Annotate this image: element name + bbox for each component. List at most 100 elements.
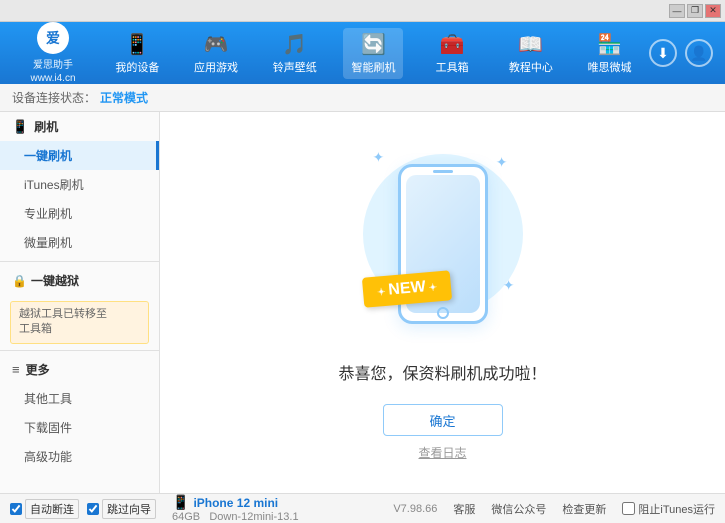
device-info: 📱 iPhone 12 mini 64GB Down-12mini-13.1 xyxy=(172,494,299,523)
sidebar-item-download-firmware[interactable]: 下载固件 xyxy=(0,413,159,442)
restore-button[interactable]: ❐ xyxy=(687,4,703,18)
nav-wei-city-label: 唯思微城 xyxy=(588,59,632,75)
wechat-public-link[interactable]: 微信公众号 xyxy=(491,501,546,517)
sidebar-notice: 越狱工具已转移至工具箱 xyxy=(10,301,149,344)
nav-smart-flash-icon: 🔄 xyxy=(361,32,386,57)
phone-speaker xyxy=(433,170,453,173)
nav-tutorial[interactable]: 📖 教程中心 xyxy=(501,28,561,79)
customer-service-link[interactable]: 客服 xyxy=(453,501,475,517)
sparkle-1: ✦ xyxy=(373,149,385,166)
more-section-label: 更多 xyxy=(26,361,50,378)
window-controls[interactable]: — ❐ ✕ xyxy=(669,4,721,18)
advanced-label: 高级功能 xyxy=(24,448,72,465)
header-actions: ⬇ 👤 xyxy=(649,39,717,67)
jailbreak-section-label: 一键越狱 xyxy=(31,272,79,289)
download-firmware-label: 下载固件 xyxy=(24,419,72,436)
nav-toolbox[interactable]: 🧰 工具箱 xyxy=(422,28,482,79)
center-content: NEW ✦ ✦ ✦ 恭喜您，保资料刷机成功啦！ 确定 查看日志 xyxy=(160,112,725,493)
bottom-left: 自动断连 跳过向导 📱 iPhone 12 mini 64GB Down-12m… xyxy=(10,494,393,523)
nav-my-device[interactable]: 📱 我的设备 xyxy=(107,28,167,79)
bottom-bar: 自动断连 跳过向导 📱 iPhone 12 mini 64GB Down-12m… xyxy=(0,493,725,523)
status-value: 正常模式 xyxy=(100,89,148,106)
sidebar: 📱 刷机 一键刷机 iTunes刷机 专业刷机 微量刷机 🔒 一键越狱 越狱工具… xyxy=(0,112,160,493)
status-bar: 设备连接状态： 正常模式 xyxy=(0,84,725,112)
status-label: 设备连接状态： xyxy=(12,89,96,106)
sparkle-3: ✦ xyxy=(503,277,515,294)
nav-ringtone-icon: 🎵 xyxy=(282,32,307,57)
nav-tutorial-icon: 📖 xyxy=(518,32,543,57)
confirm-button[interactable]: 确定 xyxy=(383,404,503,436)
one-key-flash-label: 一键刷机 xyxy=(24,147,72,164)
logo-icon: 爱 xyxy=(37,22,69,54)
restore-flash-label: 微量刷机 xyxy=(24,234,72,251)
header: 爱 爱思助手 www.i4.cn 📱 我的设备 🎮 应用游戏 🎵 铃声壁纸 🔄 … xyxy=(0,22,725,84)
nav-wei-city[interactable]: 🏪 唯思微城 xyxy=(580,28,640,79)
sparkle-2: ✦ xyxy=(496,154,508,171)
itunes-flash-label: iTunes刷机 xyxy=(24,176,84,193)
confirm-button-label: 确定 xyxy=(429,411,455,430)
sidebar-section-flash: 📱 刷机 xyxy=(0,112,159,141)
nav-ringtone-wallpaper[interactable]: 🎵 铃声壁纸 xyxy=(265,28,325,79)
sidebar-item-other-tools[interactable]: 其他工具 xyxy=(0,384,159,413)
nav-toolbox-label: 工具箱 xyxy=(436,59,469,75)
download-button[interactable]: ⬇ xyxy=(649,39,677,67)
nav-app-games-label: 应用游戏 xyxy=(194,59,238,75)
user-button[interactable]: 👤 xyxy=(685,39,713,67)
logo-area: 爱 爱思助手 www.i4.cn xyxy=(8,22,98,84)
stop-itunes-checkbox[interactable] xyxy=(622,502,635,515)
version-label: V7.98.66 xyxy=(393,503,437,515)
minimize-button[interactable]: — xyxy=(669,4,685,18)
sidebar-item-restore-flash[interactable]: 微量刷机 xyxy=(0,228,159,257)
logo-url: www.i4.cn xyxy=(30,73,75,84)
auto-close-input[interactable] xyxy=(10,503,22,515)
sidebar-item-pro-flash[interactable]: 专业刷机 xyxy=(0,199,159,228)
device-system: Down-12mini-13.1 xyxy=(209,511,298,523)
skip-wizard-checkbox[interactable]: 跳过向导 xyxy=(87,499,156,519)
sidebar-section-jailbreak: 🔒 一键越狱 xyxy=(0,266,159,295)
device-icon: 📱 xyxy=(172,494,189,511)
nav-toolbox-icon: 🧰 xyxy=(440,32,465,57)
device-detail: 64GB Down-12mini-13.1 xyxy=(172,511,299,523)
notice-text: 越狱工具已转移至工具箱 xyxy=(19,308,107,335)
stop-itunes: 阻止iTunes运行 xyxy=(622,501,715,517)
nav-smart-flash-label: 智能刷机 xyxy=(351,59,395,75)
other-tools-label: 其他工具 xyxy=(24,390,72,407)
device-storage: 64GB xyxy=(172,511,200,523)
nav-app-games-icon: 🎮 xyxy=(204,32,229,57)
more-section-icon: ≡ xyxy=(12,362,20,377)
skip-wizard-label: 跳过向导 xyxy=(102,499,156,519)
success-text: 恭喜您，保资料刷机成功啦！ xyxy=(338,360,546,384)
close-button[interactable]: ✕ xyxy=(705,4,721,18)
nav-smart-flash[interactable]: 🔄 智能刷机 xyxy=(343,28,403,79)
nav-ringtone-label: 铃声壁纸 xyxy=(273,59,317,75)
sidebar-item-one-key-flash[interactable]: 一键刷机 xyxy=(0,141,159,170)
main-area: 📱 刷机 一键刷机 iTunes刷机 专业刷机 微量刷机 🔒 一键越狱 越狱工具… xyxy=(0,112,725,493)
pro-flash-label: 专业刷机 xyxy=(24,205,72,222)
sidebar-section-more: ≡ 更多 xyxy=(0,355,159,384)
skip-wizard-input[interactable] xyxy=(87,503,99,515)
device-name: iPhone 12 mini xyxy=(193,496,278,510)
stop-itunes-label: 阻止iTunes运行 xyxy=(638,501,715,517)
nav-my-device-label: 我的设备 xyxy=(115,59,159,75)
nav-wei-city-icon: 🏪 xyxy=(597,32,622,57)
auto-close-checkbox[interactable]: 自动断连 xyxy=(10,499,79,519)
flash-section-label: 刷机 xyxy=(34,118,58,135)
bottom-right: V7.98.66 客服 微信公众号 检查更新 阻止iTunes运行 xyxy=(393,501,715,517)
sidebar-item-itunes-flash[interactable]: iTunes刷机 xyxy=(0,170,159,199)
sidebar-item-advanced[interactable]: 高级功能 xyxy=(0,442,159,471)
flash-section-icon: 📱 xyxy=(12,119,28,135)
lock-icon: 🔒 xyxy=(12,274,27,288)
device-name-row: 📱 iPhone 12 mini xyxy=(172,494,299,511)
sidebar-divider-2 xyxy=(0,350,159,351)
phone-illustration: NEW ✦ ✦ ✦ xyxy=(353,144,533,344)
try-link[interactable]: 查看日志 xyxy=(418,444,466,461)
auto-close-label: 自动断连 xyxy=(25,499,79,519)
logo-name: 爱思助手 xyxy=(33,56,73,71)
nav-bar: 📱 我的设备 🎮 应用游戏 🎵 铃声壁纸 🔄 智能刷机 🧰 工具箱 📖 教程中心… xyxy=(98,28,649,79)
sidebar-divider-1 xyxy=(0,261,159,262)
title-bar: — ❐ ✕ xyxy=(0,0,725,22)
nav-app-games[interactable]: 🎮 应用游戏 xyxy=(186,28,246,79)
phone-home-btn xyxy=(437,307,449,319)
check-update-link[interactable]: 检查更新 xyxy=(562,501,606,517)
nav-my-device-icon: 📱 xyxy=(125,32,150,57)
